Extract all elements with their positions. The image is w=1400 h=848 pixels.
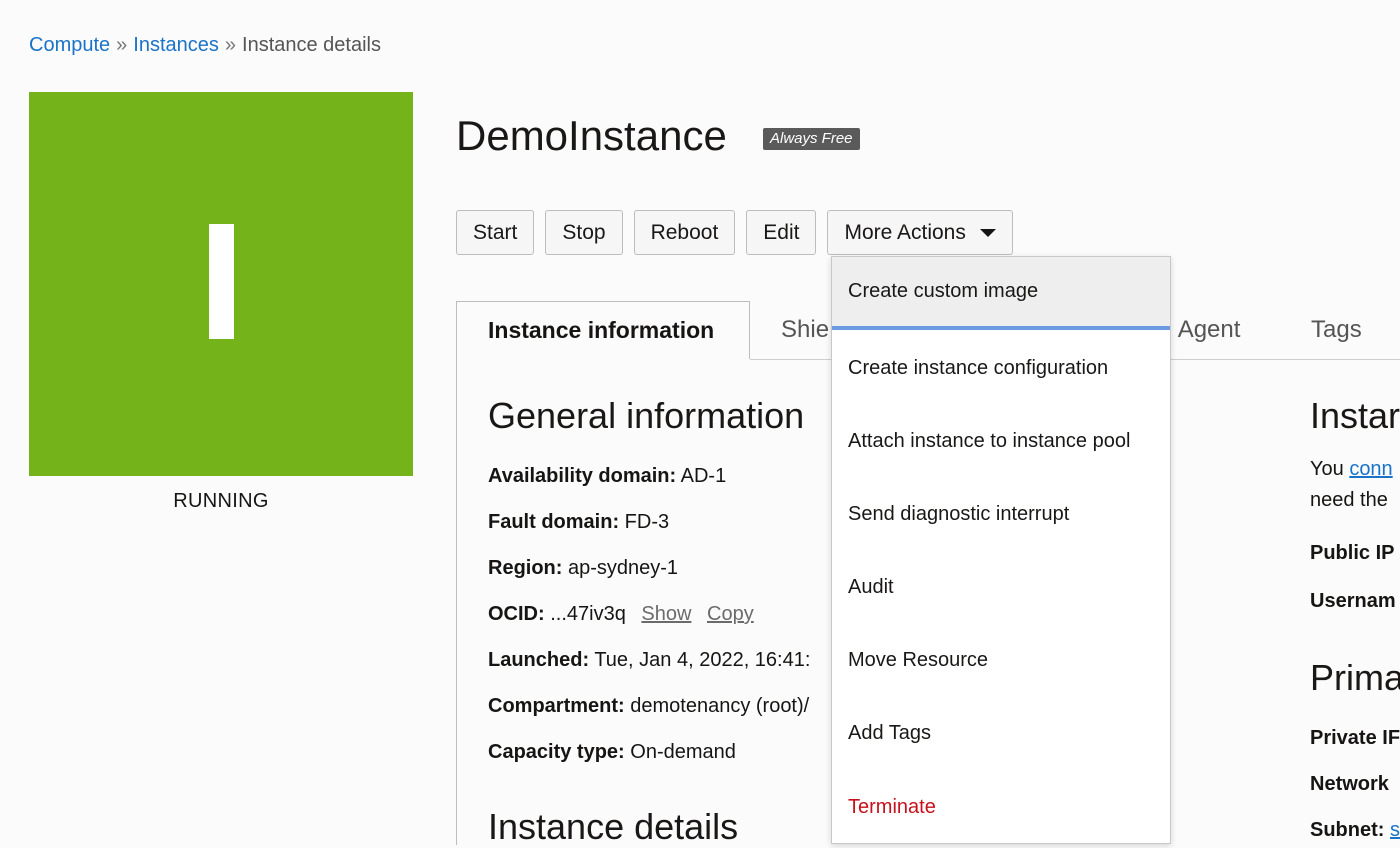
stop-button[interactable]: Stop (545, 210, 623, 255)
caret-down-icon (979, 228, 996, 237)
menu-item-create-instance-configuration[interactable]: Create instance configuration (832, 332, 1170, 405)
fault-domain-value: FD-3 (624, 511, 670, 533)
region-value: ap-sydney-1 (568, 557, 679, 579)
breadcrumb-instances-link[interactable]: Instances (133, 34, 219, 56)
menu-item-attach-instance-to-pool[interactable]: Attach instance to instance pool (832, 405, 1170, 478)
general-information-heading: General information (488, 395, 805, 436)
launched-value: Tue, Jan 4, 2022, 16:41: (594, 649, 811, 671)
more-actions-menu: Create custom image Create instance conf… (831, 256, 1171, 844)
instance-letter-glyph (209, 224, 234, 339)
compartment-row: Compartment: demotenancy (root)/ (488, 695, 809, 718)
launched-label: Launched: (488, 649, 590, 671)
instance-status-tile (29, 92, 413, 476)
capacity-type-row: Capacity type: On-demand (488, 741, 736, 764)
availability-domain-value: AD-1 (680, 465, 727, 487)
connect-link[interactable]: conn (1349, 458, 1392, 480)
menu-item-create-custom-image[interactable]: Create custom image (832, 257, 1170, 330)
breadcrumb-separator: » (116, 34, 128, 56)
ocid-row: OCID: ...47iv3q Show Copy (488, 603, 754, 626)
breadcrumb-compute-link[interactable]: Compute (29, 34, 110, 56)
access-text-you: You (1310, 458, 1344, 480)
always-free-badge: Always Free (763, 128, 860, 150)
menu-item-terminate[interactable]: Terminate (832, 771, 1170, 844)
availability-domain-label: Availability domain: (488, 465, 677, 487)
public-ip-label: Public IP (1310, 542, 1395, 564)
username-label: Usernam (1310, 590, 1396, 612)
tab-instance-information[interactable]: Instance information (456, 301, 750, 359)
primary-vnic-heading: Prima (1310, 657, 1400, 698)
ocid-label: OCID: (488, 603, 545, 625)
tab-oracle-cloud-agent[interactable]: d Agent (1159, 316, 1240, 344)
tab-shielded[interactable]: Shie (781, 316, 829, 344)
network-label: Network (1310, 773, 1389, 795)
region-label: Region: (488, 557, 563, 579)
access-text-line2: need the (1310, 489, 1388, 511)
menu-item-move-resource[interactable]: Move Resource (832, 624, 1170, 697)
instance-status-label: RUNNING (173, 490, 269, 512)
menu-item-send-diagnostic-interrupt[interactable]: Send diagnostic interrupt (832, 478, 1170, 551)
compartment-value: demotenancy (root)/ (630, 695, 810, 717)
compartment-label: Compartment: (488, 695, 625, 717)
tab-tags[interactable]: Tags (1311, 316, 1362, 344)
launched-row: Launched: Tue, Jan 4, 2022, 16:41: (488, 649, 810, 672)
breadcrumb-separator: » (224, 34, 237, 56)
more-actions-label: More Actions (844, 220, 966, 244)
subnet-label: Subnet: (1310, 819, 1385, 841)
start-button[interactable]: Start (456, 210, 535, 255)
instance-details-heading: Instance details (488, 806, 739, 847)
ocid-copy-link[interactable]: Copy (707, 603, 754, 625)
edit-button[interactable]: Edit (746, 210, 817, 255)
private-ip-label: Private IF (1310, 727, 1400, 749)
fault-domain-row: Fault domain: FD-3 (488, 511, 669, 534)
ocid-value: ...47iv3q (550, 603, 626, 625)
capacity-type-label: Capacity type: (488, 741, 625, 763)
region-row: Region: ap-sydney-1 (488, 557, 678, 580)
instance-access-heading: Instar (1310, 395, 1400, 436)
menu-item-add-tags[interactable]: Add Tags (832, 697, 1170, 770)
subnet-row: Subnet: s (1310, 819, 1400, 842)
action-toolbar: Start Stop Reboot Edit More Actions (456, 210, 1013, 255)
ocid-show-link[interactable]: Show (641, 603, 691, 625)
subnet-link[interactable]: s (1390, 819, 1400, 841)
access-text-line1: You conn (1310, 458, 1393, 481)
reboot-button[interactable]: Reboot (633, 210, 736, 255)
page-title: DemoInstance (456, 112, 727, 159)
capacity-type-value: On-demand (630, 741, 736, 763)
breadcrumb: Compute» Instances» Instance details (29, 34, 381, 57)
availability-domain-row: Availability domain: AD-1 (488, 465, 726, 488)
more-actions-button[interactable]: More Actions (827, 210, 1013, 255)
breadcrumb-current: Instance details (242, 34, 381, 56)
menu-item-audit[interactable]: Audit (832, 551, 1170, 624)
fault-domain-label: Fault domain: (488, 511, 620, 533)
